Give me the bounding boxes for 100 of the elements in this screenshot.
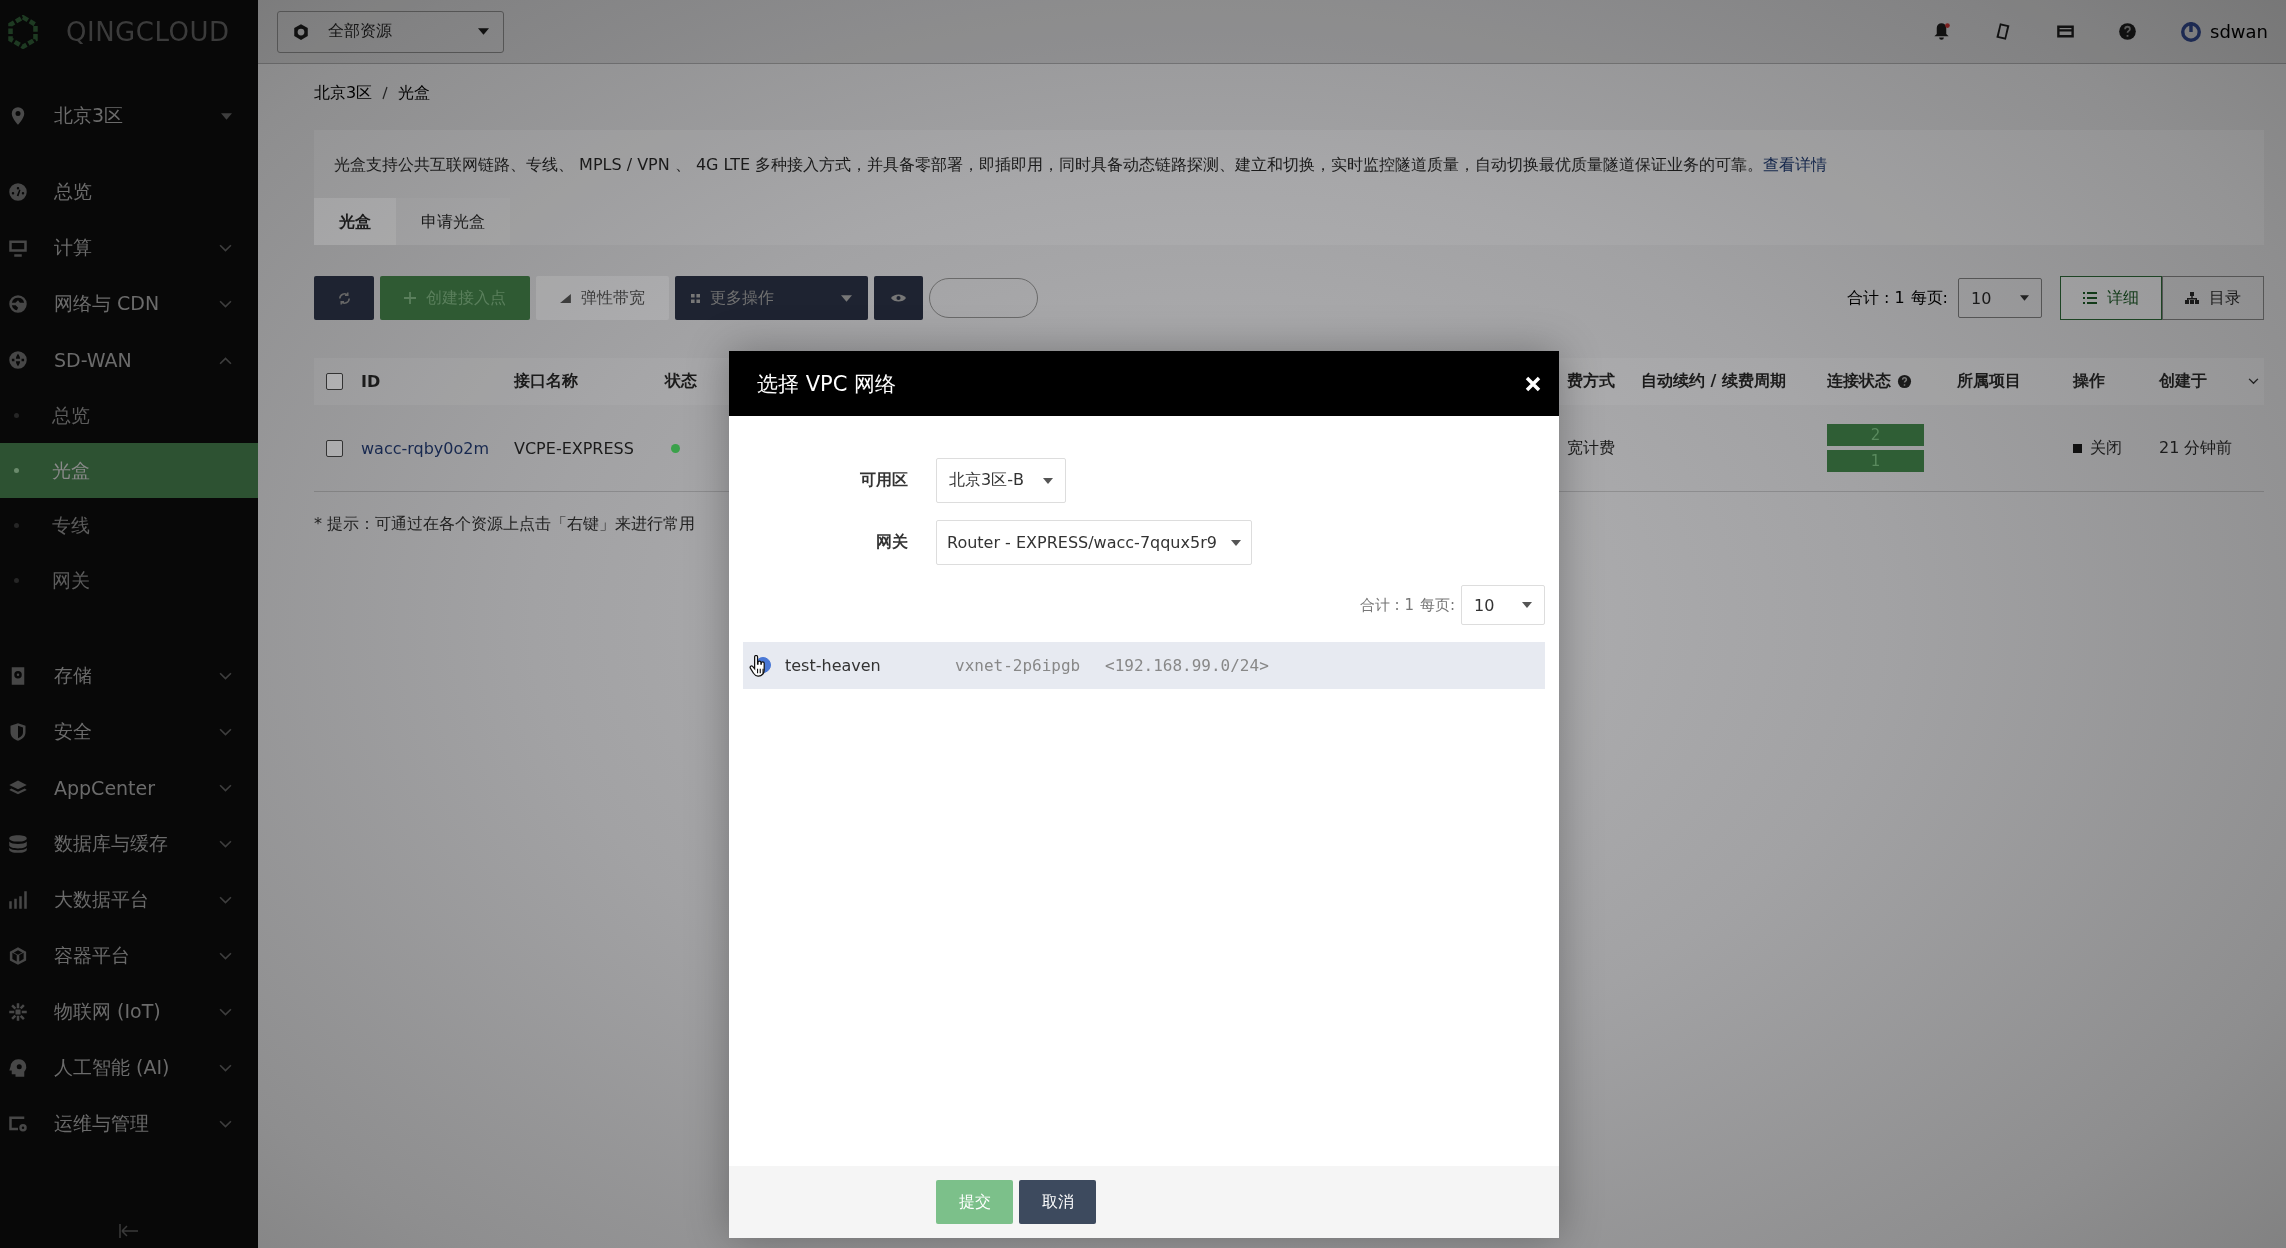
sidebar-item[interactable]: 网络与 CDN [0,276,258,332]
chevron-down-icon [219,243,232,253]
bell-icon[interactable] [1932,22,1952,41]
table-cell-text: 21 分钟前 [2159,437,2234,459]
sidebar-item[interactable]: 安全 [0,704,258,760]
grid-icon [691,293,700,303]
eye-button[interactable] [874,276,923,320]
breadcrumb-separator-icon [382,86,389,100]
sidebar-item[interactable]: 大数据平台 [0,872,258,928]
chevron-down-icon[interactable] [2247,378,2259,385]
caret-icon [1043,477,1053,484]
sidebar-item[interactable]: AppCenter [0,760,258,816]
region-selector[interactable]: 北京3区 [0,88,258,144]
gateway-select[interactable]: Router - EXPRESS/wacc-7qqux5r9 [936,520,1252,565]
column-header[interactable]: 费方式 [1567,371,1641,392]
breadcrumb-item[interactable]: 北京3区 [314,82,373,104]
logo-icon [6,15,40,49]
table-cell-text: VCPE-EXPRESS [514,438,635,458]
network-row[interactable]: test-heaven vxnet-2p6ipgb <192.168.99.0/24> [743,642,1545,689]
view-toggle[interactable]: 目录 [2162,276,2264,320]
dialog-title: 选择 VPC 网络 [757,370,898,398]
select-all-checkbox[interactable] [326,373,343,390]
signal-icon [560,293,571,303]
network-icon [8,1002,28,1022]
hand-cursor-icon [749,654,767,678]
chevron-down-icon [219,671,232,681]
sidebar-item[interactable]: 计算 [0,220,258,276]
sidebar-item[interactable]: 运维与管理 [0,1096,258,1152]
caret-icon [841,294,852,302]
caret-icon [221,112,232,120]
cube-icon [8,946,28,966]
sidebar-item[interactable]: 容器平台 [0,928,258,984]
sidebar-item[interactable]: 总览 [0,164,258,220]
sidebar-item[interactable]: 物联网 (IoT) [0,984,258,1040]
resource-id-link[interactable]: wacc-rqby0o2m [361,438,490,458]
zone-select[interactable]: 北京3区-B [936,458,1066,503]
sidebar-item[interactable]: 存储 [0,648,258,704]
refresh-icon [336,290,352,306]
help-icon [1897,374,1912,389]
help-icon[interactable] [2118,22,2138,41]
sidebar-subitem[interactable]: 网关 [0,553,258,608]
network-name: test-heaven [785,656,882,675]
chevron-up-icon [219,355,232,365]
column-header[interactable]: 所属项目 [1957,371,2073,392]
bar-chart-icon [8,890,28,910]
more-actions-button[interactable]: 更多操作 [675,276,868,320]
network-cidr: <192.168.99.0/24> [1105,656,1269,675]
eye-icon [891,293,906,303]
sidebar-item[interactable]: SD-WAN [0,332,258,388]
description-text: 光盒支持公共互联网链路、专线、 MPLS / VPN 、 4G LTE 多种接入方式，并具备零部署，即插即用，同时具备动态链路探测、建立和切换，实时监控隧道质量，自动切换最优质量隧道保证业务的可靠。查看详情 [333,154,1829,176]
chevron-down-icon [219,727,232,737]
column-header[interactable]: 创建于 [2159,371,2242,392]
sidebar-subitem[interactable]: 专线 [0,498,258,553]
table-cell: 关闭 [2090,437,2122,459]
monitor-icon [8,238,28,258]
list-icon [2083,292,2097,304]
table-cell-text: 宽计费 [1567,437,1616,459]
row-checkbox[interactable] [326,439,343,457]
chevron-down-icon [219,783,232,793]
chevron-down-icon [219,1119,232,1129]
sidebar-item[interactable]: 数据库与缓存 [0,816,258,872]
column-header[interactable]: 接口名称 [514,371,665,392]
breadcrumb-item: 光盒 [398,82,431,104]
shield-icon [8,722,28,742]
database-icon [8,834,28,854]
user-menu[interactable]: sdwan [2180,20,2268,43]
column-header[interactable]: 自动续约 / 续费周期 [1641,371,1827,392]
sidebar-subitem[interactable]: 总览 [0,388,258,443]
caret-icon [2020,295,2029,301]
power-icon [2180,20,2203,43]
close-icon[interactable] [1525,375,1541,392]
per-page-label: 每页: [1419,595,1455,615]
column-header[interactable]: 连接状态 [1827,371,1891,392]
sidebar-subitem[interactable]: 光盒 [0,443,258,498]
search-field[interactable] [929,278,1038,318]
caret-icon [1231,539,1241,546]
column-header[interactable]: 状态 [665,371,697,392]
caret-icon [1522,602,1532,608]
chevron-down-icon [219,1063,232,1073]
resource-selector[interactable]: 全部资源 [277,10,504,53]
per-page-select[interactable]: 10 [1461,585,1545,625]
field-label: 网关 [875,532,908,553]
total-count: 合计 : 1 [1846,287,1905,309]
chevron-down-icon [219,895,232,905]
network-id: vxnet-2p6ipgb [955,656,1082,675]
chevron-down-icon [219,951,232,961]
cancel-button[interactable]: 取消 [1019,1180,1096,1224]
stop-icon [2073,443,2082,453]
per-page-select[interactable]: 10 [1958,278,2042,318]
chevron-down-icon [219,839,232,849]
caret-icon [478,28,489,35]
field-label: 可用区 [859,470,908,491]
details-link[interactable]: 查看详情 [1763,155,1828,174]
column-header[interactable]: ID [361,372,514,391]
sidebar-item[interactable]: 人工智能 (AI) [0,1040,258,1096]
column-header[interactable]: 操作 [2073,371,2159,392]
per-page-label: 每页: [1910,287,1948,309]
view-toggle[interactable]: 详细 [2060,276,2162,320]
tab[interactable]: 光盒 [314,198,396,245]
total-count: 合计 : 1 [1359,595,1414,615]
